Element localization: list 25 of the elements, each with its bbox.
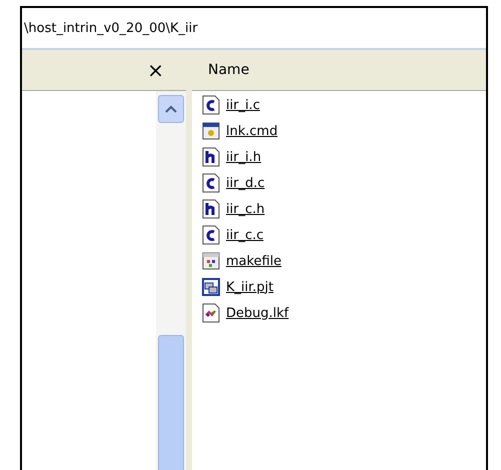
- file-name[interactable]: iir_c.c: [226, 228, 264, 242]
- close-button[interactable]: ×: [147, 58, 164, 82]
- c-file-icon: [202, 173, 220, 193]
- caret-icon: [165, 105, 177, 113]
- window-file-icon: [202, 121, 220, 141]
- scroll-thumb[interactable]: [158, 335, 184, 470]
- c-file-icon: [202, 95, 220, 115]
- c-file-icon: [202, 225, 220, 245]
- file-name[interactable]: K_iir.pjt: [226, 280, 274, 294]
- file-name[interactable]: iir_i.c: [226, 98, 260, 112]
- column-header[interactable]: Name: [208, 62, 250, 78]
- scrollbar[interactable]: [156, 91, 186, 470]
- path-text: \host_intrin_v0_20_00\K_iir: [24, 20, 198, 36]
- file-name[interactable]: Debug.lkf: [226, 306, 289, 320]
- h-file-icon: [202, 147, 220, 167]
- file-name[interactable]: iir_d.c: [226, 176, 265, 190]
- file-name[interactable]: lnk.cmd: [226, 124, 278, 138]
- file-name[interactable]: iir_c.h: [226, 202, 265, 216]
- file-name[interactable]: makefile: [226, 254, 282, 268]
- chart-file-icon: [202, 303, 220, 323]
- window-file-icon: [202, 251, 220, 271]
- file-name[interactable]: iir_i.h: [226, 150, 262, 164]
- h-file-icon: [202, 199, 220, 219]
- scroll-up-button[interactable]: [158, 95, 184, 123]
- windows-icon: [202, 277, 220, 297]
